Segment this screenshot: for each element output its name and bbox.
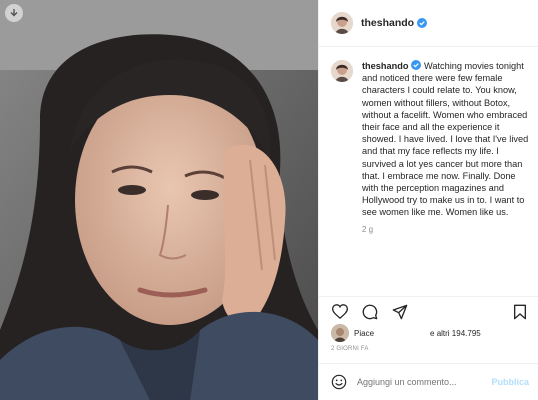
avatar[interactable] — [331, 12, 353, 34]
caption-avatar[interactable] — [331, 60, 353, 82]
comment-input[interactable] — [357, 377, 477, 387]
post-date[interactable]: 2 GIORNI FA — [331, 346, 369, 352]
heart-icon — [332, 304, 348, 319]
caption-text: theshando Watching movies tonight and no… — [362, 60, 531, 219]
comment-button[interactable] — [361, 303, 379, 321]
portrait-image — [0, 0, 318, 400]
caption-author-link[interactable]: theshando — [362, 61, 408, 71]
share-icon — [392, 304, 408, 319]
download-icon — [10, 9, 18, 17]
likes-prefix: Piace — [354, 328, 375, 338]
post-header: theshando — [319, 0, 538, 47]
like-button[interactable] — [331, 303, 349, 321]
save-button[interactable] — [511, 303, 529, 321]
share-button[interactable] — [391, 303, 409, 321]
download-button[interactable] — [5, 4, 23, 22]
bookmark-icon — [514, 304, 526, 320]
emoji-icon[interactable] — [331, 374, 347, 390]
comment-form: Pubblica — [319, 363, 538, 400]
post-photo[interactable] — [0, 0, 318, 400]
caption-timestamp[interactable]: 2 g — [362, 225, 531, 234]
caption-body: Watching movies tonight and noticed ther… — [362, 61, 529, 218]
publish-button[interactable]: Pubblica — [491, 377, 529, 387]
username-link[interactable]: theshando — [361, 17, 414, 29]
liker-avatar[interactable] — [331, 324, 349, 342]
verified-badge-icon — [411, 60, 422, 70]
verified-badge-icon — [417, 18, 428, 28]
likes-count-link[interactable]: e altri 194.795 — [430, 329, 481, 338]
action-bar — [319, 296, 538, 326]
caption-section: theshando Watching movies tonight and no… — [331, 60, 531, 234]
likes-summary: Piace e altri 194.795 — [331, 324, 531, 342]
comment-icon — [362, 304, 378, 319]
post-side-panel: theshando theshando Watching movies toni… — [318, 0, 538, 400]
